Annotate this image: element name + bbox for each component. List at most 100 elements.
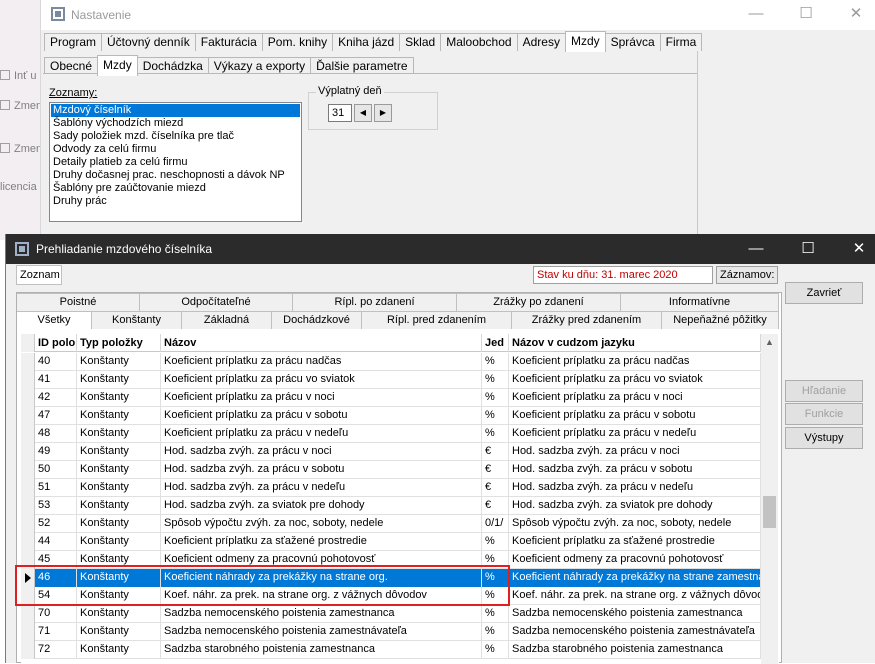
tab-adresy[interactable]: Adresy: [516, 33, 566, 51]
tab-spr-vca[interactable]: Správca: [604, 33, 661, 51]
cell-foreign: Hod. sadzba zvýh. za prácu v sobotu: [509, 461, 761, 479]
tab-category-row2-0[interactable]: Všetky: [17, 311, 92, 329]
table-row[interactable]: 72 Konštanty Sadzba starobného poistenia z…: [21, 641, 761, 659]
cell-name: Hod. sadzba zvýh. za prácu v noci: [161, 443, 482, 461]
outputs-button[interactable]: Výstupy: [785, 427, 863, 449]
list-item[interactable]: Mzdový číselník: [51, 104, 300, 117]
tab-category-row2-6[interactable]: Nepeňažné pôžitky: [662, 311, 779, 329]
row-indicator: [21, 551, 35, 569]
cell-foreign: Spôsob výpočtu zvýh. za noc, soboty, ned…: [509, 515, 761, 533]
tab-category-row1-4[interactable]: Informatívne: [621, 293, 779, 311]
tab--tovn-denn-k[interactable]: Účtovný denník: [101, 33, 196, 51]
tab-pom-knihy[interactable]: Pom. knihy: [261, 33, 334, 51]
arrow-left-icon: ◀: [359, 108, 367, 117]
minimize-icon[interactable]: —: [746, 5, 766, 23]
functions-button[interactable]: Funkcie: [785, 403, 863, 425]
table-row[interactable]: 53 Konštanty Hod. sadzba zvýh. za sviatok …: [21, 497, 761, 515]
row-indicator: [21, 425, 35, 443]
list-item[interactable]: Sady položiek mzd. číselníka pre tlač: [51, 130, 300, 143]
row-indicator: [21, 497, 35, 515]
tab-category-row2-1[interactable]: Konštanty: [92, 311, 182, 329]
cell-id: 51: [35, 479, 77, 497]
close-icon[interactable]: ✕: [849, 240, 869, 258]
tab-firma[interactable]: Firma: [659, 33, 703, 51]
close-icon[interactable]: ✕: [846, 5, 866, 23]
table-row[interactable]: 45 Konštanty Koeficient odmeny za pracovnú…: [21, 551, 761, 569]
list-item[interactable]: Detaily platieb za celú firmu: [51, 156, 300, 169]
subtab-1[interactable]: Mzdy: [97, 55, 138, 76]
tab-category-row1-0[interactable]: Poistné: [17, 293, 140, 311]
scroll-up-icon[interactable]: ▲: [761, 334, 778, 351]
list-item[interactable]: Šablóny pre zaúčtovanie miezd: [51, 182, 300, 195]
list-item[interactable]: Druhy prác: [51, 195, 300, 208]
table-row[interactable]: 48 Konštanty Koeficient príplatku za prácu…: [21, 425, 761, 443]
tab-faktur-cia[interactable]: Fakturácia: [194, 33, 263, 51]
column-header[interactable]: Jed: [482, 334, 509, 352]
column-header[interactable]: ID polo: [35, 334, 77, 352]
tab-category-row1-1[interactable]: Odpočítateľné: [140, 293, 293, 311]
column-header[interactable]: Názov: [161, 334, 482, 352]
cell-name: Sadzba nemocenského poistenia zamestnanc…: [161, 605, 482, 623]
tab-sklad[interactable]: Sklad: [399, 33, 442, 51]
list-item[interactable]: Druhy dočasnej prac. neschopnosti a dávo…: [51, 169, 300, 182]
table-row[interactable]: 40 Konštanty Koeficient príplatku za prácu…: [21, 353, 761, 371]
vertical-scrollbar[interactable]: ▲: [761, 334, 778, 664]
cell-id: 53: [35, 497, 77, 515]
list-label: Zoznam: [20, 269, 60, 281]
tab-category-row1-2[interactable]: Rípl. po zdanení: [293, 293, 457, 311]
table-row[interactable]: 71 Konštanty Sadzba nemocenského poistenia…: [21, 623, 761, 641]
table-row[interactable]: 44 Konštanty Koeficient príplatku za sťaže…: [21, 533, 761, 551]
table-row[interactable]: 42 Konštanty Koeficient príplatku za prácu…: [21, 389, 761, 407]
cell-type: Konštanty: [77, 443, 161, 461]
cell-id: 54: [35, 587, 77, 605]
list-item[interactable]: Odvody za celú firmu: [51, 143, 300, 156]
row-indicator: [21, 623, 35, 641]
cell-unit: %: [482, 353, 509, 371]
row-indicator: [21, 407, 35, 425]
tab-program[interactable]: Program: [44, 33, 103, 51]
table-row[interactable]: 50 Konštanty Hod. sadzba zvýh. za prácu v …: [21, 461, 761, 479]
cell-foreign: Koeficient príplatku za prácu nadčas: [509, 353, 761, 371]
tab-category-row1-3[interactable]: Zrážky po zdanení: [457, 293, 621, 311]
table-row[interactable]: 47 Konštanty Koeficient príplatku za prácu…: [21, 407, 761, 425]
payday-increment-button[interactable]: ▶: [374, 104, 392, 122]
row-indicator: [21, 515, 35, 533]
tab-maloobchod[interactable]: Maloobchod: [440, 33, 518, 51]
lists-listbox[interactable]: Mzdový číselník Šablóny východzích miezd S…: [49, 102, 302, 222]
app-icon: [51, 7, 65, 21]
tab-kniha-j-zd[interactable]: Kniha jázd: [332, 33, 401, 51]
payday-input[interactable]: 31: [328, 104, 352, 122]
column-header[interactable]: Názov v cudzom jazyku: [509, 334, 761, 352]
minimize-icon[interactable]: —: [746, 240, 766, 258]
cell-foreign: Sadzba starobného poistenia zamestnanca: [509, 641, 761, 659]
tab-mzdy[interactable]: Mzdy: [564, 31, 606, 52]
table-row[interactable]: 51 Konštanty Hod. sadzba zvýh. za prácu v …: [21, 479, 761, 497]
settings-titlebar: Nastavenie — ☐ ✕: [41, 0, 875, 30]
cell-name: Hod. sadzba zvýh. za prácu v nedeľu: [161, 479, 482, 497]
cell-type: Konštanty: [77, 371, 161, 389]
cell-id: 70: [35, 605, 77, 623]
cell-name: Koeficient príplatku za prácu v nedeľu: [161, 425, 482, 443]
table-row[interactable]: 52 Konštanty Spôsob výpočtu zvýh. za noc, …: [21, 515, 761, 533]
cell-id: 71: [35, 623, 77, 641]
payday-decrement-button[interactable]: ◀: [354, 104, 372, 122]
scrollbar-thumb[interactable]: [763, 496, 776, 528]
table-row[interactable]: 49 Konštanty Hod. sadzba zvýh. za prácu v …: [21, 443, 761, 461]
table-row[interactable]: 41 Konštanty Koeficient príplatku za prácu…: [21, 371, 761, 389]
table-row[interactable]: 54 Konštanty Koef. náhr. za prek. na stran…: [21, 587, 761, 605]
cell-unit: %: [482, 641, 509, 659]
search-button[interactable]: Hľadanie: [785, 380, 863, 402]
maximize-icon[interactable]: ☐: [798, 240, 818, 258]
maximize-icon[interactable]: ☐: [796, 5, 816, 23]
cell-foreign: Sadzba nemocenského poistenia zamestnanc…: [509, 605, 761, 623]
tab-category-row2-2[interactable]: Základná: [182, 311, 272, 329]
table-row[interactable]: 46 Konštanty Koeficient náhrady za prekážk…: [21, 569, 761, 587]
column-header[interactable]: Typ položky: [77, 334, 161, 352]
list-item[interactable]: Šablóny východzích miezd: [51, 117, 300, 130]
table-row[interactable]: 70 Konštanty Sadzba nemocenského poistenia…: [21, 605, 761, 623]
close-button[interactable]: Zavrieť: [785, 282, 863, 304]
tab-category-row2-3[interactable]: Dochádzkové: [272, 311, 362, 329]
tab-category-row2-5[interactable]: Zrážky pred zdanením: [512, 311, 662, 329]
tab-category-row2-4[interactable]: Rípl. pred zdanením: [362, 311, 512, 329]
background-window-strip: Inť u Zmen Zmen licencia Y: [0, 0, 40, 240]
